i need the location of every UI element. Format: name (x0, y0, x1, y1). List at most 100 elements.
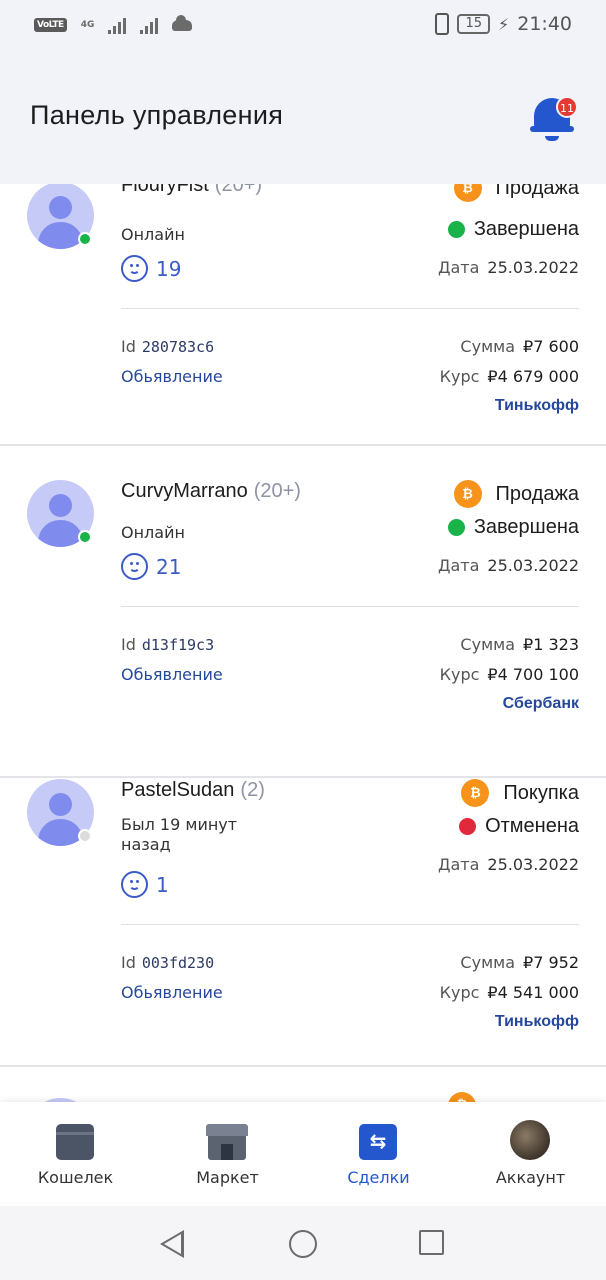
back-icon[interactable] (160, 1230, 184, 1258)
deal-date: Дата 25.03.2022 (438, 258, 579, 277)
smile-icon (121, 553, 148, 580)
wallet-icon (56, 1124, 94, 1160)
nav-account[interactable]: Аккаунт (455, 1102, 606, 1206)
recent-apps-icon[interactable] (419, 1230, 444, 1255)
clock: 21:40 (517, 13, 572, 35)
user-name-row[interactable]: PastelSudan (2) (121, 779, 265, 802)
bell-clapper (545, 136, 559, 141)
deal-type-label: Продажа (495, 184, 579, 199)
deal-status: Завершена (447, 516, 579, 539)
deal-type-label: Покупка (503, 781, 579, 804)
likes-counter[interactable]: 19 (121, 255, 181, 282)
status-dot-icon (447, 221, 465, 238)
bell-rim (530, 126, 574, 132)
username[interactable]: CurvyMarrano (121, 480, 248, 502)
rate-label: Курс (439, 983, 480, 1002)
ad-link[interactable]: Обьявление (121, 367, 223, 386)
bank-link[interactable]: Сбербанк (503, 695, 579, 713)
status-left: VoLTE 4G (34, 14, 193, 34)
volte-badge: VoLTE (34, 18, 67, 32)
deal-date: Дата 25.03.2022 (438, 556, 579, 575)
deal-status: Отменена (459, 815, 579, 838)
system-navigation (0, 1206, 606, 1280)
deal-sum: Сумма ₽7 600 (460, 337, 579, 356)
user-name-row[interactable]: CurvyMarrano (20+) (121, 480, 301, 503)
deal-status-label: Завершена (473, 516, 579, 538)
status-dot-icon (447, 519, 465, 536)
user-rating: (2) (240, 779, 265, 801)
sum-label: Сумма (460, 953, 516, 972)
sum-value: ₽7 952 (523, 953, 579, 972)
deal-card[interactable]: PastelSudan (2) Был 19 минут назад 1 ₿ По… (0, 779, 606, 1067)
bottom-navigation: Кошелек Маркет ⇆ Сделки Аккаунт (0, 1102, 606, 1206)
deals-list[interactable]: FlouryFist (20+) Онлайн 19 ₿ Продажа Заве… (0, 184, 606, 1102)
deal-date: Дата 25.03.2022 (438, 855, 579, 874)
likes-counter[interactable]: 1 (121, 871, 169, 898)
ad-link[interactable]: Обьявление (121, 983, 223, 1002)
rate-label: Курс (439, 367, 480, 386)
deal-sum: Сумма ₽1 323 (460, 635, 579, 654)
deal-status-label: Отменена (485, 815, 579, 837)
notification-badge: 11 (556, 96, 578, 118)
date-label: Дата (437, 855, 480, 874)
cloud-icon (172, 14, 193, 31)
app-header: Панель управления 11 (0, 52, 606, 184)
likes-counter[interactable]: 21 (121, 553, 181, 580)
sum-value: ₽7 600 (523, 337, 579, 356)
user-rating: (20+) (214, 184, 263, 196)
username[interactable]: FlouryFist (121, 184, 209, 196)
bitcoin-icon: ₿ (448, 1092, 476, 1102)
id-label: Id (121, 953, 136, 972)
signal-icon (108, 16, 127, 34)
smile-icon (121, 255, 148, 282)
deal-status: Завершена (447, 218, 579, 241)
signal-2-icon (140, 16, 159, 34)
deal-rate: Курс ₽4 679 000 (440, 367, 579, 386)
id-value: 280783c6 (141, 338, 215, 356)
bitcoin-icon: ₿ (461, 779, 490, 807)
likes-count: 1 (156, 872, 169, 897)
deal-rate: Курс ₽4 700 100 (440, 665, 579, 684)
ad-link[interactable]: Обьявление (121, 665, 223, 684)
bank-link[interactable]: Тинькофф (495, 397, 579, 415)
page-title: Панель управления (30, 100, 284, 130)
nav-market[interactable]: Маркет (152, 1102, 303, 1206)
account-avatar-icon (510, 1120, 550, 1160)
username[interactable]: PastelSudan (121, 779, 234, 801)
vibrate-icon (435, 13, 450, 35)
user-name-row[interactable]: FlouryFist (20+) (121, 184, 262, 197)
bank-link[interactable]: Тинькофф (495, 1013, 579, 1031)
deal-card[interactable]: FlouryFist (20+) Онлайн 19 ₿ Продажа Заве… (0, 184, 606, 446)
deal-rate: Курс ₽4 541 000 (440, 983, 579, 1002)
deal-type: ₿ Продажа (453, 184, 579, 202)
sum-value: ₽1 323 (523, 635, 579, 654)
notifications-button[interactable]: 11 (530, 92, 578, 144)
id-value: d13f19c3 (141, 636, 215, 654)
presence-status: Онлайн (121, 225, 185, 244)
home-icon[interactable] (289, 1230, 317, 1258)
status-bar: VoLTE 4G 15 ⚡ 21:40 (0, 0, 606, 52)
bitcoin-icon: ₿ (453, 480, 482, 508)
deal-id: Id d13f19c3 (121, 635, 214, 654)
rate-value: ₽4 541 000 (487, 983, 579, 1002)
presence-status: Онлайн (121, 523, 185, 542)
nav-wallet-label: Кошелек (37, 1168, 114, 1187)
deal-type-label: Продажа (495, 482, 579, 505)
user-rating: (20+) (253, 480, 301, 502)
deal-type: ₿ Продажа (453, 480, 579, 508)
rate-label: Курс (439, 665, 480, 684)
sum-label: Сумма (460, 635, 516, 654)
nav-wallet[interactable]: Кошелек (0, 1102, 151, 1206)
date-value: 25.03.2022 (487, 258, 579, 277)
deal-card[interactable]: CurvyMarrano (20+) Онлайн 21 ₿ Продажа За… (0, 480, 606, 778)
id-value: 003fd230 (141, 954, 215, 972)
rate-value: ₽4 700 100 (487, 665, 579, 684)
bitcoin-icon: ₿ (453, 184, 482, 202)
online-indicator (78, 232, 92, 246)
date-value: 25.03.2022 (487, 855, 579, 874)
date-label: Дата (437, 258, 480, 277)
likes-count: 19 (156, 256, 182, 281)
nav-deals[interactable]: ⇆ Сделки (303, 1102, 454, 1206)
battery-level: 15 (457, 14, 490, 34)
divider (121, 308, 579, 309)
